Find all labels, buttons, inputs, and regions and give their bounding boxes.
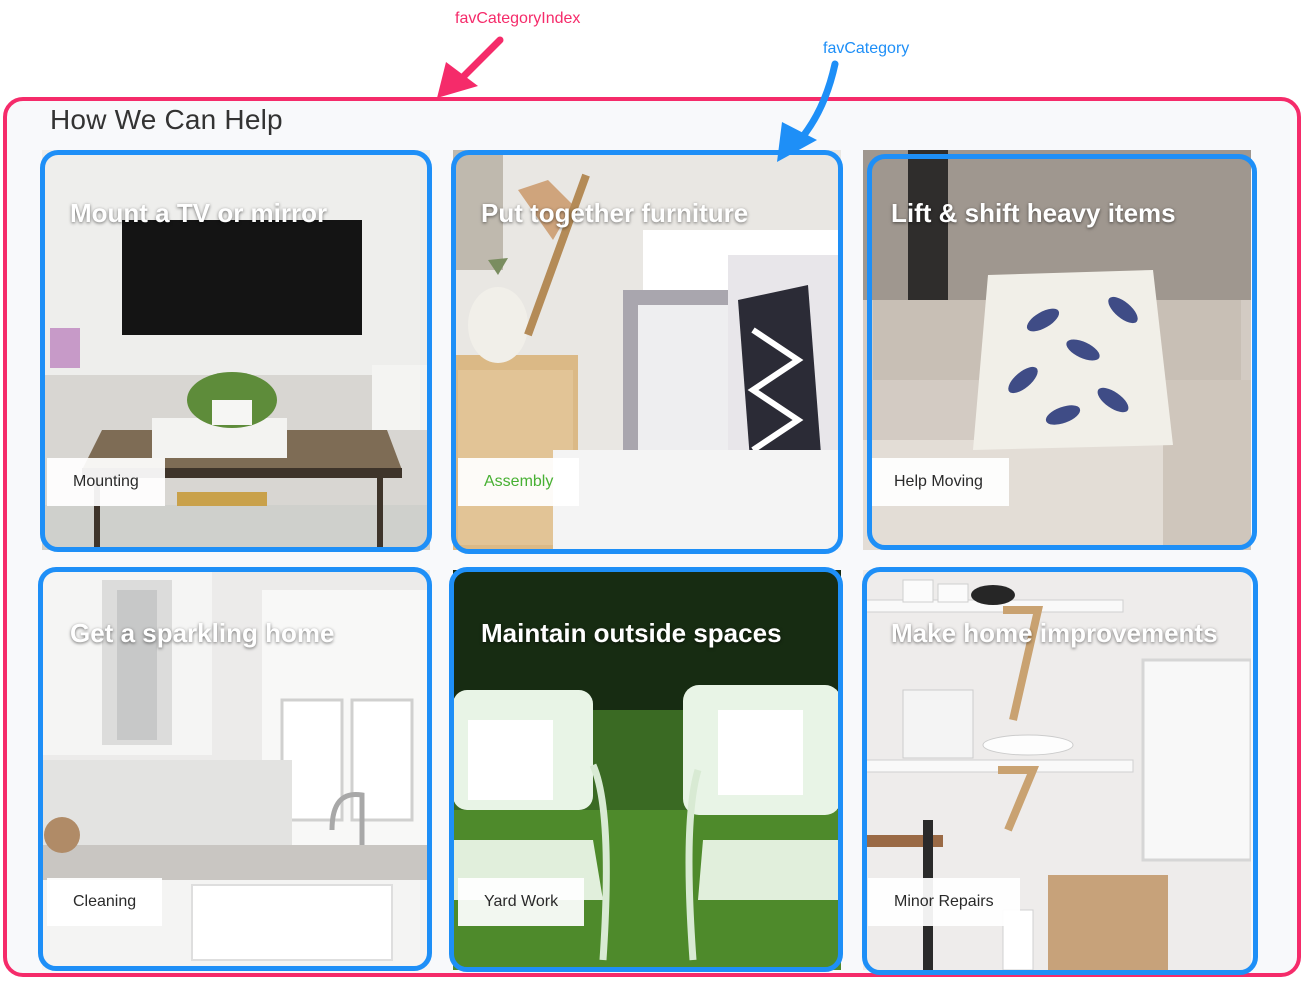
- category-tag-mounting[interactable]: Mounting: [47, 458, 165, 506]
- category-card-minor-repairs[interactable]: Make home improvements Minor Repairs: [863, 570, 1251, 970]
- category-tag-minor-repairs[interactable]: Minor Repairs: [868, 878, 1020, 926]
- card-title: Put together furniture: [481, 198, 749, 228]
- category-tag-help-moving[interactable]: Help Moving: [868, 458, 1009, 506]
- category-tag-assembly[interactable]: Assembly: [458, 458, 580, 506]
- page-title: How We Can Help: [50, 104, 283, 135]
- category-tag-yard-work[interactable]: Yard Work: [458, 878, 585, 926]
- card-title: Mount a TV or mirror: [70, 198, 328, 228]
- category-tag-cleaning[interactable]: Cleaning: [47, 878, 163, 926]
- card-title: Get a sparkling home: [70, 618, 335, 648]
- card-title: Make home improvements: [891, 618, 1218, 648]
- pink-arrow-icon: [451, 36, 504, 89]
- fav-category-label: favCategory: [823, 40, 910, 57]
- card-title: Lift & shift heavy items: [891, 198, 1176, 228]
- category-card-mounting[interactable]: Mount a TV or mirror Mounting: [42, 150, 430, 550]
- fav-category-index-label: favCategoryIndex: [455, 10, 581, 27]
- card-title: Maintain outside spaces: [481, 618, 782, 648]
- category-card-yard-work[interactable]: Maintain outside spaces Yard Work: [453, 570, 841, 970]
- pink-arrowhead-icon: [437, 62, 478, 98]
- category-card-assembly[interactable]: Put together furniture Assembly: [453, 150, 841, 550]
- category-card-cleaning[interactable]: Get a sparkling home Cleaning: [42, 570, 430, 970]
- category-card-help-moving[interactable]: Lift & shift heavy items Help Moving: [863, 150, 1251, 550]
